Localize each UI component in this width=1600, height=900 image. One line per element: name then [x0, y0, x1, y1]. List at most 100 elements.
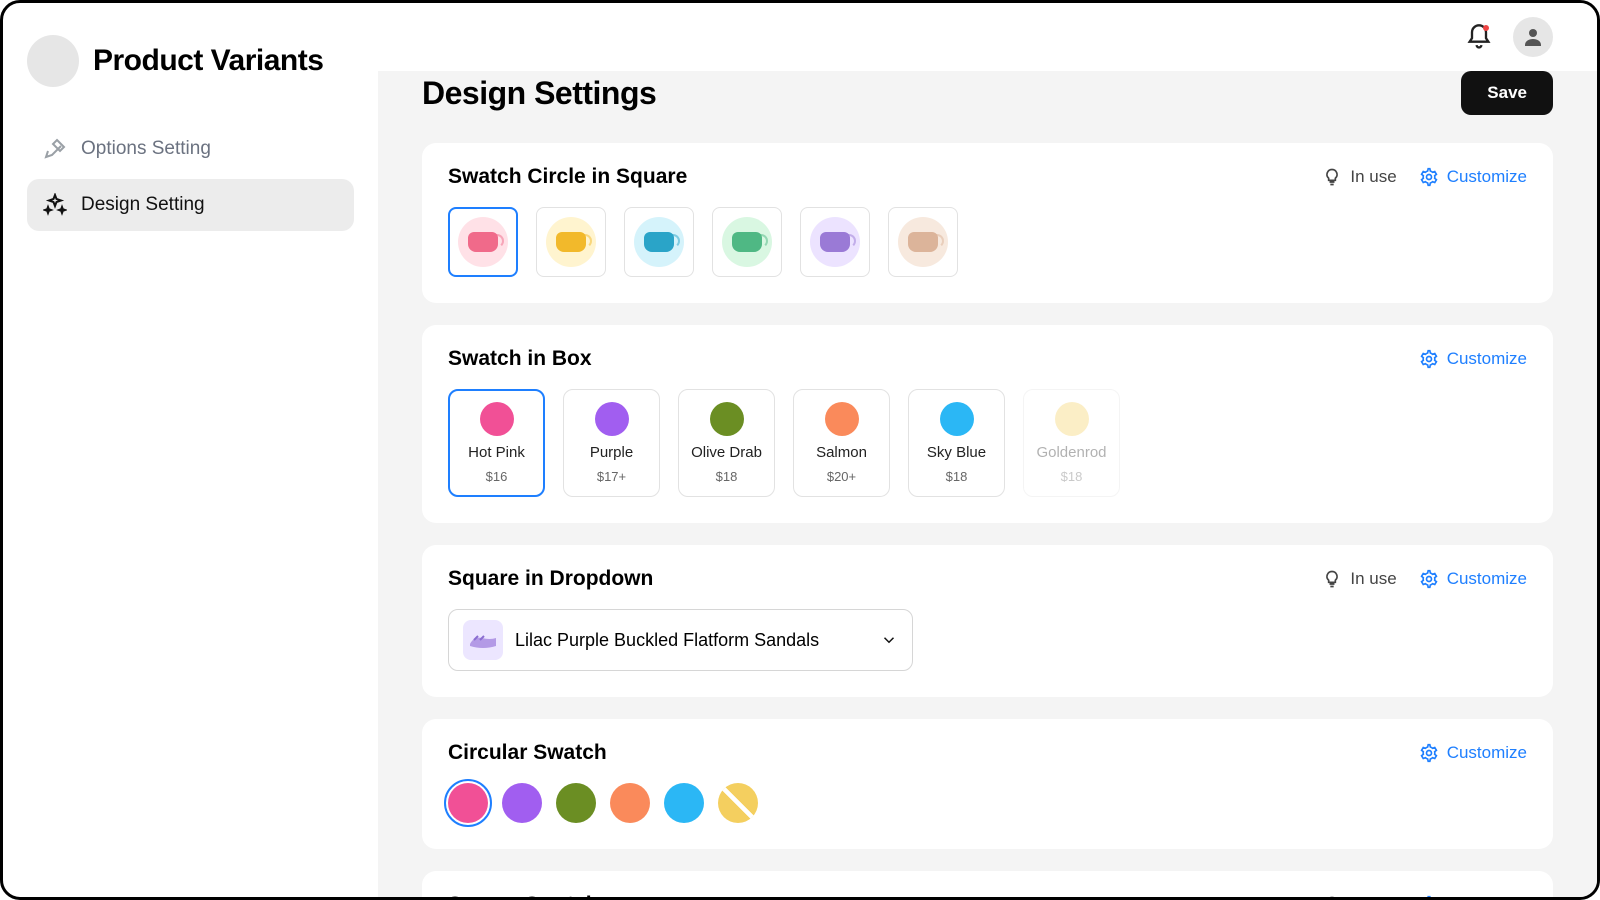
in-use-label: In use — [1350, 895, 1396, 897]
swatch-circle — [810, 217, 860, 267]
variant-dropdown[interactable]: Lilac Purple Buckled Flatform Sandals — [448, 609, 913, 671]
bag-icon — [908, 232, 938, 252]
swatch-option[interactable] — [624, 207, 694, 277]
swatch-circle — [634, 217, 684, 267]
swatch-label: Olive Drab — [691, 444, 762, 461]
page-header: Design Settings Save — [422, 71, 1553, 115]
swatch-label: Hot Pink — [468, 444, 525, 461]
swatch-label: Sky Blue — [927, 444, 986, 461]
swatch-price: $17+ — [597, 469, 626, 484]
swatch-box-option[interactable]: Hot Pink $16 — [448, 389, 545, 497]
in-use-badge: In use — [1322, 895, 1396, 897]
section-circular-swatch: Circular Swatch Customize — [422, 719, 1553, 849]
swatch-option[interactable] — [800, 207, 870, 277]
color-dot-icon — [940, 402, 974, 436]
customize-label: Customize — [1447, 167, 1527, 187]
tools-icon — [43, 137, 67, 161]
sidebar-item-design-setting[interactable]: Design Setting — [27, 179, 354, 231]
customize-label: Customize — [1447, 349, 1527, 369]
sidebar: Product Variants Options Setting Design … — [3, 3, 378, 897]
swatch-option[interactable] — [448, 207, 518, 277]
section-swatch-circle-in-square: Swatch Circle in Square In use Customize — [422, 143, 1553, 303]
in-use-label: In use — [1350, 569, 1396, 589]
swatch-option[interactable] — [536, 207, 606, 277]
user-icon — [1521, 25, 1545, 49]
gear-icon — [1419, 743, 1439, 763]
customize-button[interactable]: Customize — [1419, 349, 1527, 369]
dropdown-selected-label: Lilac Purple Buckled Flatform Sandals — [515, 630, 868, 651]
customize-label: Customize — [1447, 895, 1527, 897]
bag-icon — [468, 232, 498, 252]
color-dot-icon — [480, 402, 514, 436]
customize-label: Customize — [1447, 569, 1527, 589]
section-title: Square in Dropdown — [448, 567, 653, 591]
main: Design Settings Save Swatch Circle in Sq… — [378, 3, 1597, 897]
section-title: Swatch Circle in Square — [448, 165, 687, 189]
circular-swatch-option[interactable] — [664, 783, 704, 823]
swatch-box-option: Goldenrod $18 — [1023, 389, 1120, 497]
notifications-button[interactable] — [1465, 23, 1493, 51]
topbar — [378, 3, 1597, 71]
circular-swatch-option[interactable] — [502, 783, 542, 823]
swatch-circle — [458, 217, 508, 267]
chevron-down-icon — [880, 631, 898, 649]
swatch-option[interactable] — [712, 207, 782, 277]
section-title: Square Swatch — [448, 893, 599, 897]
swatch-price: $20+ — [827, 469, 856, 484]
customize-button[interactable]: Customize — [1419, 167, 1527, 187]
save-button[interactable]: Save — [1461, 71, 1553, 115]
swatch-price: $18 — [946, 469, 968, 484]
color-dot-icon — [710, 402, 744, 436]
circular-swatch-option[interactable] — [556, 783, 596, 823]
swatch-box-option[interactable]: Olive Drab $18 — [678, 389, 775, 497]
gear-icon — [1419, 895, 1439, 897]
circular-swatch-option[interactable] — [610, 783, 650, 823]
customize-button[interactable]: Customize — [1419, 895, 1527, 897]
sparkles-icon — [43, 193, 67, 217]
color-dot-icon — [595, 402, 629, 436]
sidebar-item-label: Design Setting — [81, 194, 205, 216]
swatch-price: $18 — [1061, 469, 1083, 484]
lightbulb-icon — [1322, 895, 1342, 897]
bag-icon — [644, 232, 674, 252]
circular-swatch-option[interactable] — [448, 783, 488, 823]
section-square-in-dropdown: Square in Dropdown In use Customize — [422, 545, 1553, 697]
in-use-badge: In use — [1322, 167, 1396, 187]
section-title: Circular Swatch — [448, 741, 607, 765]
sidebar-item-label: Options Setting — [81, 138, 211, 160]
circular-swatch-option[interactable] — [718, 783, 758, 823]
brand-title: Product Variants — [93, 44, 323, 78]
brand: Product Variants — [27, 35, 354, 87]
swatch-box-option[interactable]: Sky Blue $18 — [908, 389, 1005, 497]
brand-logo — [27, 35, 79, 87]
dropdown-thumbnail — [463, 620, 503, 660]
section-title: Swatch in Box — [448, 347, 592, 371]
customize-button[interactable]: Customize — [1419, 743, 1527, 763]
gear-icon — [1419, 349, 1439, 369]
swatch-label: Salmon — [816, 444, 867, 461]
sandal-icon — [468, 630, 498, 650]
swatch-circle — [546, 217, 596, 267]
customize-label: Customize — [1447, 743, 1527, 763]
swatch-label: Goldenrod — [1036, 444, 1106, 461]
swatch-price: $18 — [716, 469, 738, 484]
bag-icon — [820, 232, 850, 252]
swatch-circle — [898, 217, 948, 267]
color-dot-icon — [825, 402, 859, 436]
swatch-box-option[interactable]: Purple $17+ — [563, 389, 660, 497]
page-title: Design Settings — [422, 75, 656, 112]
gear-icon — [1419, 569, 1439, 589]
lightbulb-icon — [1322, 569, 1342, 589]
bag-icon — [732, 232, 762, 252]
swatch-price: $16 — [486, 469, 508, 484]
swatch-box-option[interactable]: Salmon $20+ — [793, 389, 890, 497]
in-use-badge: In use — [1322, 569, 1396, 589]
swatch-option[interactable] — [888, 207, 958, 277]
gear-icon — [1419, 167, 1439, 187]
swatch-label: Purple — [590, 444, 633, 461]
color-dot-icon — [1055, 402, 1089, 436]
section-swatch-in-box: Swatch in Box Customize Hot Pink $16 Pur… — [422, 325, 1553, 523]
user-menu[interactable] — [1513, 17, 1553, 57]
sidebar-item-options-setting[interactable]: Options Setting — [27, 123, 354, 175]
customize-button[interactable]: Customize — [1419, 569, 1527, 589]
